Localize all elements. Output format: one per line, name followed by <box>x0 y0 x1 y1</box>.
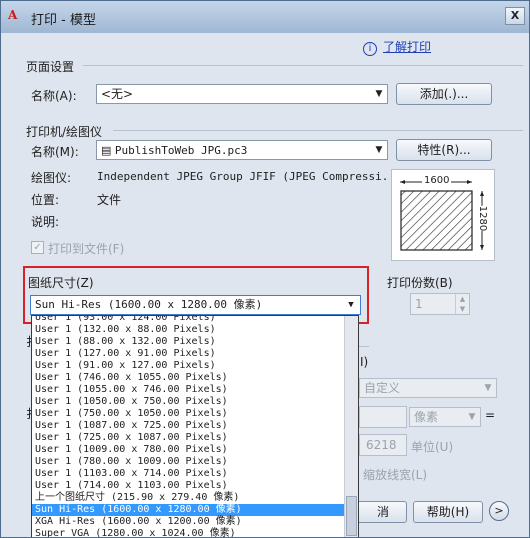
scale-lineweights-label: 缩放线宽(L) <box>363 468 428 482</box>
paper-size-label: 图纸尺寸(Z) <box>28 276 94 290</box>
paper-size-option[interactable]: User 1 (750.00 x 1050.00 Pixels) <box>32 408 345 420</box>
divider <box>83 65 523 66</box>
paper-size-option[interactable]: User 1 (1055.00 x 746.00 Pixels) <box>32 384 345 396</box>
printer-properties-button[interactable]: 特性(R)... <box>396 139 492 161</box>
spin-down-icon[interactable]: ▼ <box>455 304 469 314</box>
chevron-down-icon: ▼ <box>348 300 354 310</box>
paper-size-option[interactable]: User 1 (1103.00 x 714.00 Pixels) <box>32 468 345 480</box>
scale-unit-value: 像素 <box>414 410 439 424</box>
chevron-down-icon: ▼ <box>375 89 383 99</box>
location-value: 文件 <box>97 193 122 207</box>
location-label: 位置: <box>31 193 60 207</box>
printer-name-label: 名称(M): <box>31 145 79 159</box>
paper-size-option[interactable]: Super VGA (1280.00 x 1024.00 像素) <box>32 528 345 537</box>
paper-size-option[interactable]: User 1 (1087.00 x 725.00 Pixels) <box>32 420 345 432</box>
spin-up-icon[interactable]: ▲ <box>455 294 469 304</box>
info-icon: i <box>363 42 377 56</box>
dropdown-scrollbar[interactable] <box>344 316 358 537</box>
divider <box>359 346 369 347</box>
paper-size-option[interactable]: User 1 (91.00 x 127.00 Pixels) <box>32 360 345 372</box>
printer-name-select[interactable]: ▤ PublishToWeb JPG.pc3 ▼ <box>96 140 388 160</box>
paper-size-option[interactable]: User 1 (93.00 x 124.00 Pixels) <box>32 316 345 324</box>
chevron-down-icon: ▼ <box>468 412 476 422</box>
scale-units-label: 单位(U) <box>411 440 454 454</box>
print-dialog: A 打印 - 模型 X i 了解打印 页面设置 名称(A): <无> ▼ 添加(.… <box>0 0 530 538</box>
paper-size-options: User 1 (93.00 x 124.00 Pixels) User 1 (13… <box>32 316 345 537</box>
printer-name-value: PublishToWeb JPG.pc3 <box>114 144 248 157</box>
autocad-app-icon: A <box>8 8 18 22</box>
paper-size-option[interactable]: User 1 (725.00 x 1087.00 Pixels) <box>32 432 345 444</box>
printer-icon: ▤ <box>101 144 115 157</box>
page-setup-name-label: 名称(A): <box>31 89 77 103</box>
paper-size-option[interactable]: User 1 (127.00 x 91.00 Pixels) <box>32 348 345 360</box>
learn-printing-link[interactable]: i 了解打印 <box>363 38 431 56</box>
paper-size-option[interactable]: User 1 (132.00 x 88.00 Pixels) <box>32 324 345 336</box>
scale-units-value: 6218 <box>366 438 397 452</box>
scale-input-1[interactable] <box>359 406 407 428</box>
copies-value: 1 <box>415 297 423 311</box>
paper-size-value: Sun Hi-Res (1600.00 x 1280.00 像素) <box>35 298 263 311</box>
paper-size-option[interactable]: User 1 (1009.00 x 780.00 Pixels) <box>32 444 345 456</box>
paper-size-dropdown[interactable]: User 1 (93.00 x 124.00 Pixels) User 1 (13… <box>31 315 359 537</box>
learn-printing-label: 了解打印 <box>383 40 432 54</box>
paper-size-option[interactable]: Sun Hi-Res (1600.00 x 1280.00 像素) <box>32 504 345 516</box>
title-bar: A 打印 - 模型 X <box>1 1 529 33</box>
print-to-file-checkbox[interactable]: ✓ <box>31 241 44 254</box>
page-setup-name-select[interactable]: <无> ▼ <box>96 84 388 104</box>
close-button[interactable]: X <box>505 7 525 25</box>
paper-size-option[interactable]: User 1 (714.00 x 1103.00 Pixels) <box>32 480 345 492</box>
equals-sign: = <box>485 408 496 422</box>
description-label: 说明: <box>31 215 60 229</box>
chevron-down-icon: ▼ <box>375 145 383 155</box>
expand-options-button[interactable]: > <box>489 501 509 521</box>
scale-units-input[interactable]: 6218 <box>359 434 407 456</box>
printer-section-label: 打印机/绘图仪 <box>26 125 103 139</box>
paper-size-option[interactable]: User 1 (1050.00 x 750.00 Pixels) <box>32 396 345 408</box>
scale-value: 自定义 <box>364 381 401 395</box>
copies-spinner[interactable]: 1 ▲ ▼ <box>410 293 470 315</box>
scale-unit-select[interactable]: 像素 ▼ <box>409 407 481 427</box>
copies-label: 打印份数(B) <box>387 276 453 290</box>
preview-width-label: 1600 <box>422 175 452 186</box>
scale-select[interactable]: 自定义 ▼ <box>359 378 497 398</box>
print-to-file-label: 打印到文件(F) <box>48 242 125 256</box>
paper-size-option[interactable]: 上一个图纸尺寸 (215.90 x 279.40 像素) <box>32 492 345 504</box>
cancel-label: 消 <box>376 505 389 519</box>
paper-size-option[interactable]: User 1 (746.00 x 1055.00 Pixels) <box>32 372 345 384</box>
add-page-setup-button[interactable]: 添加(.)... <box>396 83 492 105</box>
divider <box>113 130 523 131</box>
page-setup-name-value: <无> <box>101 87 134 101</box>
plotter-label: 绘图仪: <box>31 171 72 185</box>
paper-size-option[interactable]: User 1 (88.00 x 132.00 Pixels) <box>32 336 345 348</box>
window-title: 打印 - 模型 <box>31 13 96 28</box>
paper-size-option[interactable]: XGA Hi-Res (1600.00 x 1200.00 像素) <box>32 516 345 528</box>
paper-size-select[interactable]: Sun Hi-Res (1600.00 x 1280.00 像素) ▼ <box>30 295 361 315</box>
chevron-down-icon: ▼ <box>484 383 492 393</box>
scrollbar-thumb[interactable] <box>346 496 357 536</box>
scale-section-fragment: I) <box>360 355 369 369</box>
plotter-value: Independent JPEG Group JFIF (JPEG Compre… <box>97 170 402 183</box>
paper-preview: 1600 1280 <box>391 169 495 261</box>
chevron-right-icon: > <box>494 504 504 517</box>
help-button[interactable]: 帮助(H) <box>413 501 483 523</box>
page-setup-section-label: 页面设置 <box>26 60 75 74</box>
preview-height-label: 1280 <box>477 205 489 232</box>
paper-size-option[interactable]: User 1 (780.00 x 1009.00 Pixels) <box>32 456 345 468</box>
